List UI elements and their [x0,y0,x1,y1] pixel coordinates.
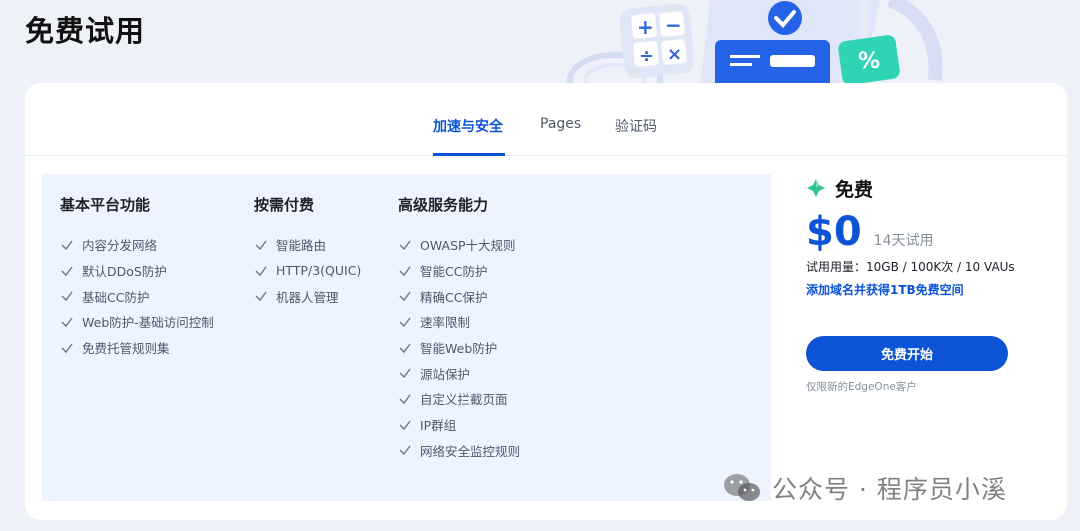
hero-illustration: + − ÷ × % [567,0,943,90]
feature-item: 源站保护 [398,360,520,386]
feature-label: 机器人管理 [276,289,339,305]
check-icon [399,266,411,276]
check-icon [61,240,73,250]
feature-item: 免费托管规则集 [60,335,214,361]
plan-name: 免费 [835,178,874,201]
feature-label: 源站保护 [420,366,471,382]
sparkle-icon [807,179,825,197]
feature-item: Web防护-基础访问控制 [60,309,214,335]
svg-text:+: + [637,15,654,39]
watermark-text: 公众号 · 程序员小溪 [772,475,1007,504]
feature-item: 机器人管理 [254,283,361,309]
check-icon [255,266,267,276]
feature-item: 基础CC防护 [60,283,214,309]
feature-item: 网络安全监控规则 [398,438,520,464]
feature-label: 基础CC防护 [82,289,150,305]
feature-label: Web防护-基础访问控制 [82,315,214,331]
feature-label: 速率限制 [420,315,471,331]
column-basic-features: 基本平台功能 内容分发网络 默认DDoS防护 基础CC防护 Web防护-基础访问… [60,194,214,360]
check-icon [61,317,73,327]
feature-label: HTTP/3(QUIC) [276,263,362,279]
column-title: 按需付费 [254,196,315,214]
feature-label: IP群组 [420,418,457,434]
check-icon [255,240,267,250]
feature-label: 智能CC防护 [420,264,488,280]
tab-acceleration-security[interactable]: 加速与安全 [433,116,503,136]
feature-label: 网络安全监控规则 [420,443,521,459]
check-icon [399,343,411,353]
svg-text:÷: ÷ [639,46,654,67]
feature-item: IP群组 [398,412,520,438]
feature-label: 内容分发网络 [82,238,158,254]
feature-item: HTTP/3(QUIC) [254,258,361,284]
tab-captcha[interactable]: 验证码 [615,116,657,136]
eligibility-note: 仅限新的EdgeOne客户 [806,381,917,393]
price-row: $0 14天试用 [806,210,1056,254]
active-tab-indicator [433,153,505,156]
feature-item: 速率限制 [398,309,520,335]
wechat-icon [724,474,760,501]
feature-label: 智能Web防护 [420,341,498,357]
svg-text:−: − [665,13,682,37]
svg-text:%: % [858,49,880,74]
feature-item: 默认DDoS防护 [60,258,214,284]
tab-bar: 加速与安全 Pages 验证码 [25,83,1067,156]
feature-label: 免费托管规则集 [82,341,170,357]
column-title: 高级服务能力 [398,196,489,214]
check-icon [399,240,411,250]
svg-text:×: × [667,44,682,65]
free-plan: 免费 $0 14天试用 试用用量：10GB / 100K次 / 10 VAUs … [806,175,1056,393]
feature-item: 智能路由 [254,232,361,258]
check-icon [61,266,73,276]
column-title: 基本平台功能 [60,196,151,214]
check-icon [399,291,411,302]
watermark: 公众号 · 程序员小溪 [722,470,1007,506]
start-free-button[interactable]: 免费开始 [806,336,1008,371]
check-icon [61,343,73,353]
check-icon [255,291,267,302]
pricing-card: 加速与安全 Pages 验证码 基本平台功能 内容分发网络 默认DDoS防护 基… [25,83,1067,520]
trial-quota: 试用用量：10GB / 100K次 / 10 VAUs [806,260,1015,274]
plan-price: $0 [806,209,862,255]
feature-label: 自定义拦截页面 [420,392,508,408]
check-icon [399,368,411,379]
page-title: 免费试用 [25,14,146,48]
check-icon [399,317,411,327]
feature-item: 智能CC防护 [398,258,520,284]
column-advanced-services: 高级服务能力 OWASP十大规则 智能CC防护 精确CC保护 速率限制 智能We… [398,194,520,463]
check-icon [399,445,411,456]
check-icon [399,394,411,405]
feature-item: 精确CC保护 [398,283,520,309]
column-pay-as-you-go: 按需付费 智能路由 HTTP/3(QUIC) 机器人管理 [254,194,361,309]
feature-item: 自定义拦截页面 [398,386,520,412]
check-icon [399,420,411,430]
trial-period: 14天试用 [873,233,934,249]
tab-pages[interactable]: Pages [540,116,581,132]
feature-label: 精确CC保护 [420,289,488,305]
feature-item: 内容分发网络 [60,232,214,258]
feature-item: 智能Web防护 [398,335,520,361]
features-panel: 基本平台功能 内容分发网络 默认DDoS防护 基础CC防护 Web防护-基础访问… [42,174,771,501]
feature-label: 智能路由 [276,238,327,254]
feature-item: OWASP十大规则 [398,232,520,258]
check-icon [61,291,73,302]
promo-link[interactable]: 添加域名并获得1TB免费空间 [806,281,1056,298]
feature-label: 默认DDoS防护 [82,264,167,280]
plan-header: 免费 [806,175,1056,201]
feature-label: OWASP十大规则 [420,238,516,254]
